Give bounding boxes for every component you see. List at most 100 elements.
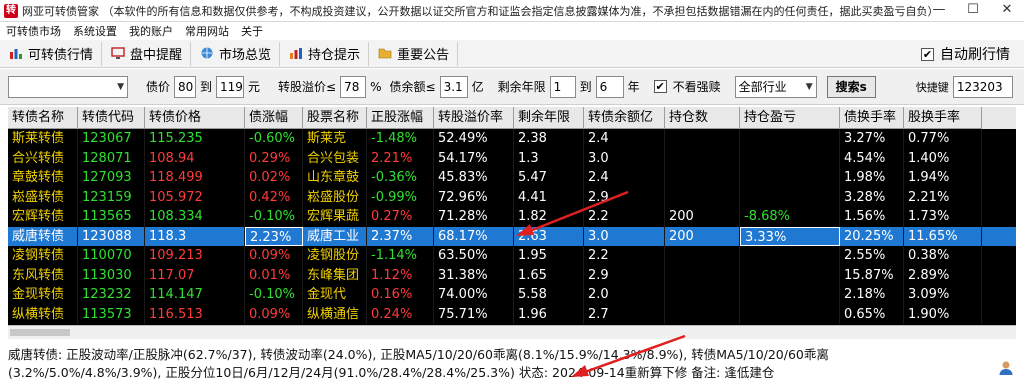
maximize-button[interactable]: ☐ — [956, 0, 990, 22]
table-cell: 1.94% — [904, 168, 982, 188]
table-row[interactable]: 纵横转债 113573 116.513 0.09% 纵横通信 0.24% 75.71% 1.9… — [8, 304, 1016, 324]
horizontal-scrollbar[interactable] — [8, 325, 1016, 339]
table-cell: 2.2 — [584, 207, 665, 227]
column-header[interactable]: 债换手率 — [840, 107, 904, 129]
auto-refresh-toggle[interactable]: ✔ 自动刷行情 — [921, 44, 1010, 64]
table-cell: 3.28% — [840, 187, 904, 207]
search-button[interactable]: 搜索s — [826, 75, 876, 98]
tab-intraday-alerts[interactable]: 盘中提醒 — [102, 41, 192, 66]
table-cell: 71.28% — [434, 207, 514, 227]
table-cell: -1.14% — [367, 246, 434, 266]
tab-label: 重要公告 — [397, 48, 450, 63]
premium-input[interactable]: 78 — [340, 75, 367, 98]
column-header[interactable]: 转股溢价率 — [434, 107, 514, 129]
column-header[interactable]: 股票名称 — [303, 107, 367, 129]
user-icon[interactable] — [998, 360, 1014, 376]
table-cell: 63.50% — [434, 246, 514, 266]
table-cell: 31.38% — [434, 265, 514, 285]
table-cell: 1.3 — [514, 148, 584, 168]
column-header[interactable]: 正股涨幅 — [367, 107, 434, 129]
table-cell — [740, 148, 840, 168]
table-cell: 113565 — [78, 207, 145, 227]
table-cell: -8.68% — [740, 207, 840, 227]
table-cell: 113030 — [78, 265, 145, 285]
table-cell: 20.25% — [840, 226, 904, 246]
tab-bond-quotes[interactable]: 可转债行情 — [0, 41, 103, 66]
balance-input[interactable]: 3.1 — [439, 75, 468, 98]
table-cell: 0.42% — [245, 187, 303, 207]
table-cell: 3.09% — [904, 285, 982, 305]
table-cell: 1.90% — [904, 304, 982, 324]
table-cell: 68.17% — [434, 226, 514, 246]
years-min-input[interactable]: 1 — [549, 75, 576, 98]
menu-settings[interactable]: 系统设置 — [67, 23, 123, 39]
hotkey-input[interactable]: 123203 — [952, 75, 1013, 98]
tab-announcements[interactable]: 重要公告 — [369, 41, 459, 66]
category-select[interactable]: ▼ — [8, 75, 128, 98]
years-max-input[interactable]: 6 — [595, 75, 624, 98]
yuan-label: 元 — [248, 80, 261, 94]
tab-market-overview[interactable]: 市场总览 — [191, 41, 281, 66]
table-cell: 2.2 — [584, 246, 665, 266]
table-cell: 崧盛转债 — [8, 187, 78, 207]
tab-position-tips[interactable]: 持仓提示 — [280, 41, 370, 66]
table-row[interactable]: 威唐转债 123088 118.3 2.23% 威唐工业 2.37% 68.17% 2.63 3… — [8, 226, 1016, 246]
table-row[interactable]: 崧盛转债 123159 105.972 0.42% 崧盛股份 -0.99% 72.96% 4.… — [8, 187, 1016, 207]
table-row[interactable]: 宏辉转债 113565 108.334 -0.10% 宏辉果蔬 0.27% 71.28% 1.… — [8, 207, 1016, 227]
column-header[interactable]: 转债代码 — [78, 107, 145, 129]
hide-forced-checkbox[interactable]: ✔ — [653, 80, 667, 93]
table-cell: 金现转债 — [8, 285, 78, 305]
table-row[interactable]: 金现转债 123232 114.147 -0.10% 金现代 0.16% 74.00% 5.5… — [8, 285, 1016, 305]
table-cell: 2.7 — [584, 304, 665, 324]
hide-forced-label: 不看强赎 — [672, 80, 721, 94]
column-header[interactable]: 转债价格 — [145, 107, 245, 129]
column-header[interactable]: 转债余额亿 — [584, 107, 665, 129]
table-row[interactable]: 凌钢转债 110070 109.213 0.09% 凌钢股份 -1.14% 63.50% 1.… — [8, 246, 1016, 266]
table-row[interactable]: 合兴转债 128071 108.94 0.29% 合兴包装 2.21% 54.17% 1.3 3… — [8, 148, 1016, 168]
menu-websites[interactable]: 常用网站 — [179, 23, 235, 39]
table-row[interactable]: 斯莱转债 123067 115.235 -0.60% 斯莱克 -1.48% 52.49% 2.… — [8, 129, 1016, 149]
table-cell: 4.41 — [514, 187, 584, 207]
scrollbar-thumb[interactable] — [10, 329, 70, 336]
table-cell — [740, 304, 840, 324]
bond-price-min-input[interactable]: 80 — [174, 75, 197, 98]
menu-account[interactable]: 我的账户 — [123, 23, 179, 39]
column-header[interactable]: 债涨幅 — [245, 107, 303, 129]
folder-icon — [377, 46, 393, 62]
bond-price-max-input[interactable]: 119 — [216, 75, 245, 98]
table-cell: 2.9 — [584, 265, 665, 285]
table-cell: 105.972 — [145, 187, 245, 207]
table-row[interactable]: 章鼓转债 127093 118.499 0.02% 山东章鼓 -0.36% 45.83% 5.… — [8, 168, 1016, 188]
table-cell: 凌钢转债 — [8, 246, 78, 266]
minimize-button[interactable]: — — [922, 0, 956, 22]
table-cell: 123232 — [78, 285, 145, 305]
table-cell — [740, 187, 840, 207]
table-cell — [665, 187, 740, 207]
table-cell: 127093 — [78, 168, 145, 188]
table-cell: 宏辉果蔬 — [303, 207, 367, 227]
table-header: 转债名称 转债代码 转债价格 债涨幅 股票名称 正股涨幅 转股溢价率 剩余年限 转债余额亿 持仓数… — [8, 107, 1016, 129]
table-cell — [665, 265, 740, 285]
column-header[interactable]: 剩余年限 — [514, 107, 584, 129]
auto-refresh-checkbox[interactable]: ✔ — [921, 47, 934, 61]
column-header[interactable]: 转债名称 — [8, 107, 78, 129]
table-cell — [665, 246, 740, 266]
table-cell: 1.96 — [514, 304, 584, 324]
tab-toolbar: 可转债行情 盘中提醒 市场总览 持仓提示 重要公告 ✔ 自动刷行情 — [0, 40, 1024, 68]
table-cell: 东峰集团 — [303, 265, 367, 285]
column-header[interactable]: 持仓数 — [665, 107, 740, 129]
filter-bar: ▼ 债价 80 到 119 元 转股溢价≤ 78 % 债余额≤ 3.1 亿 剩余… — [0, 69, 1024, 105]
title-bar: 转 网亚可转债管家 （本软件的所有信息和数据仅供参考，不构成投资建议，公开数据以… — [0, 0, 1024, 22]
column-header[interactable]: 持仓盈亏 — [740, 107, 840, 129]
balance-label: 债余额≤ — [389, 80, 436, 94]
industry-select[interactable]: 全部行业 ▼ — [734, 75, 817, 98]
column-header[interactable]: 股换手率 — [904, 107, 982, 129]
menu-about[interactable]: 关于 — [235, 23, 269, 39]
table-cell: 2.9 — [584, 187, 665, 207]
table-cell: 54.17% — [434, 148, 514, 168]
menu-market[interactable]: 可转债市场 — [0, 23, 67, 39]
table-cell: 威唐转债 — [8, 226, 78, 246]
table-cell: 52.49% — [434, 129, 514, 149]
close-button[interactable]: ✕ — [990, 0, 1024, 22]
table-row[interactable]: 东风转债 113030 117.07 0.01% 东峰集团 1.12% 31.38% 1.65… — [8, 265, 1016, 285]
